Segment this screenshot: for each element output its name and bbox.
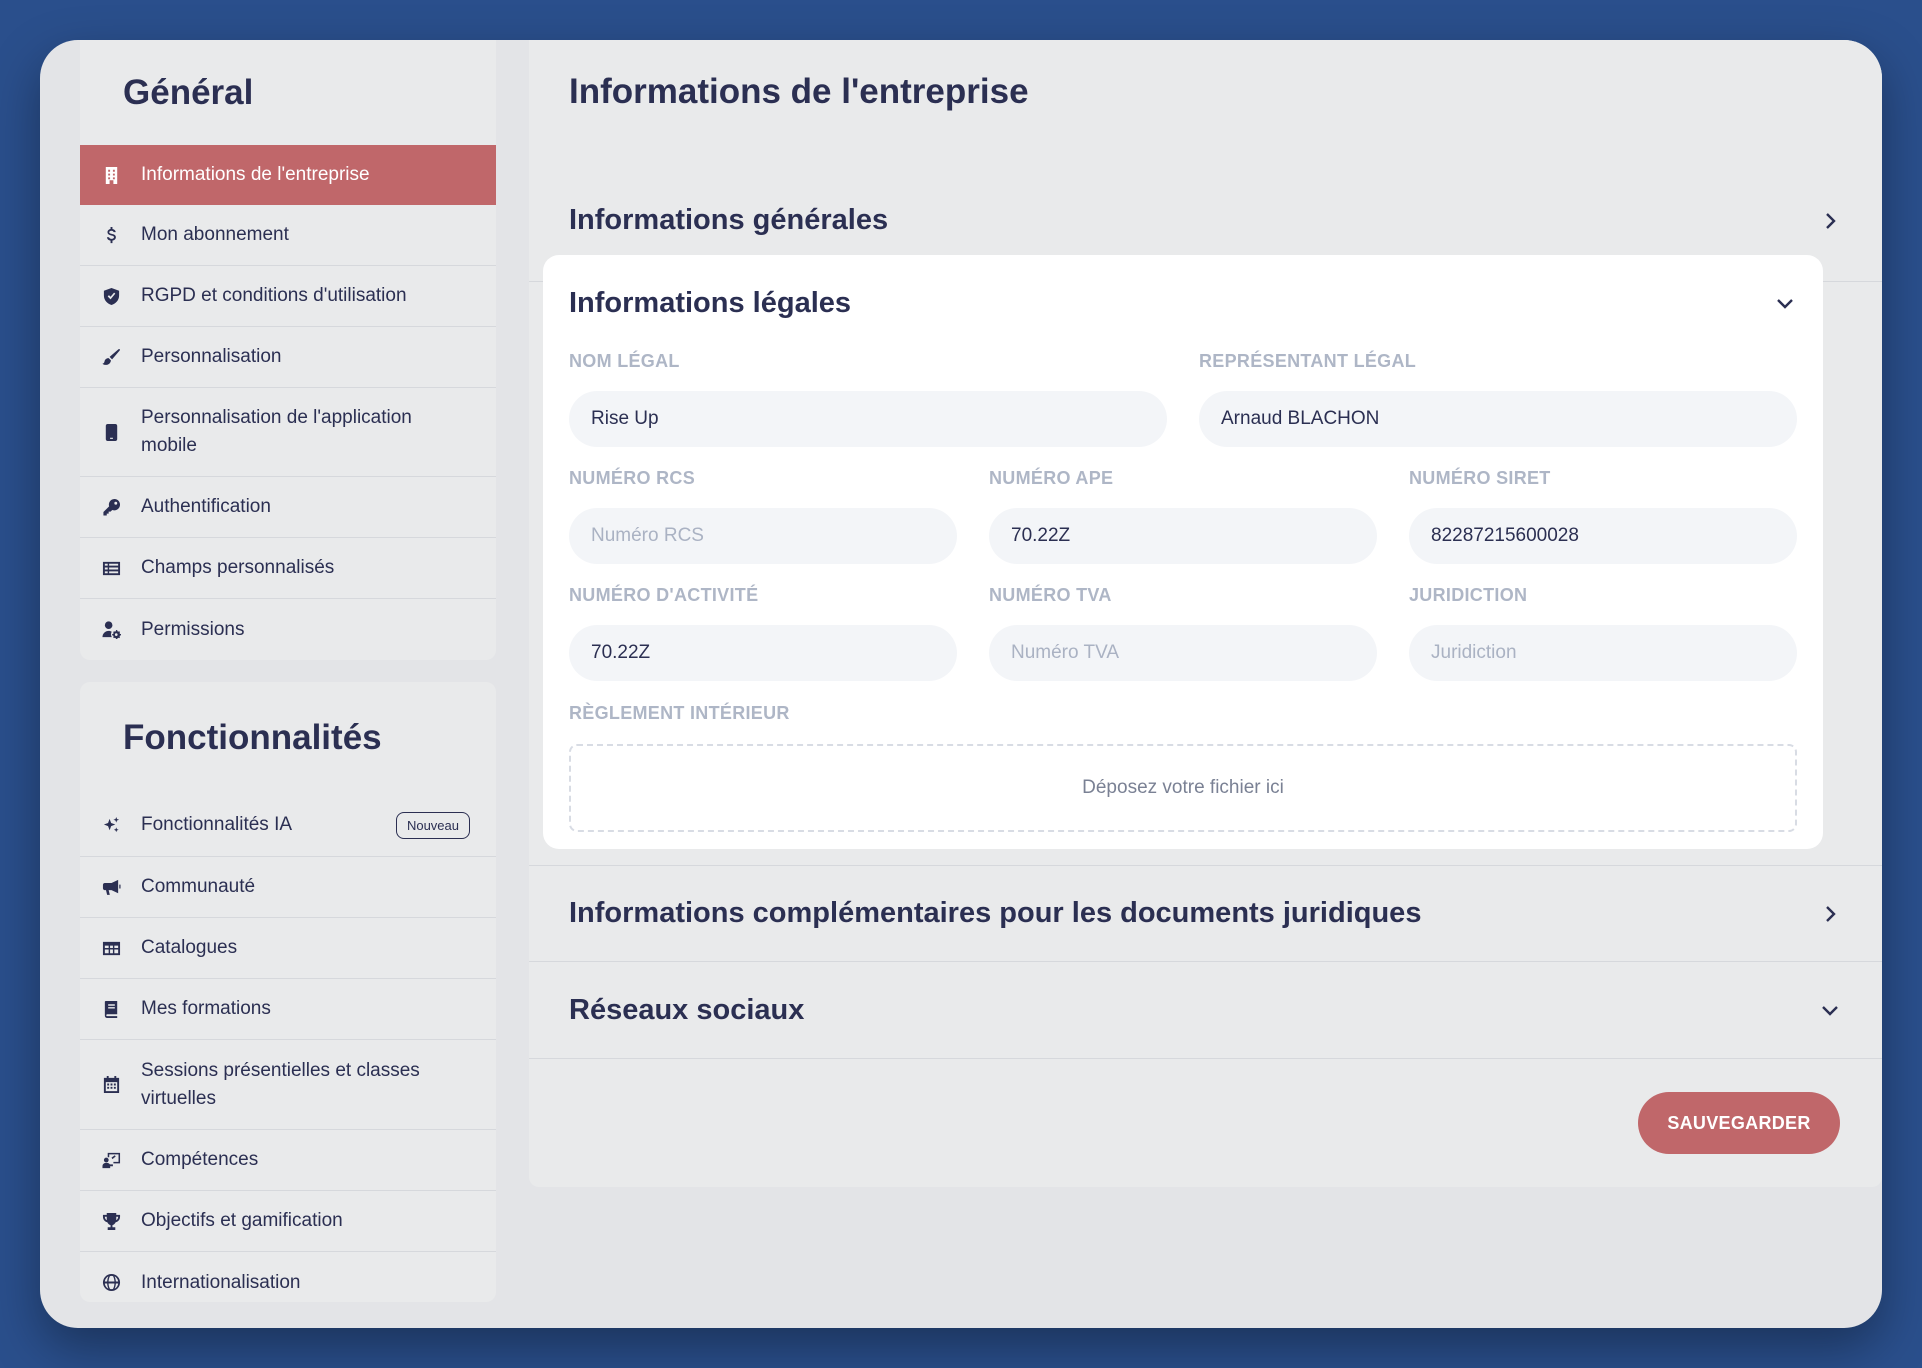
- sidebar-features-title: Fonctionnalités: [123, 718, 382, 757]
- sidebar-general: Général Informations de l'entreprise Mon…: [80, 40, 496, 660]
- sidebar-item-mobile-customization[interactable]: Personnalisation de l'application mobile: [80, 388, 496, 477]
- siret-number-label: NUMÉRO SIRET: [1409, 468, 1551, 488]
- trophy-icon: [100, 1210, 122, 1232]
- user-gear-icon: [100, 619, 122, 641]
- sidebar-item-label: Sessions présentielles et classes virtue…: [141, 1059, 420, 1109]
- brush-icon: [100, 346, 122, 368]
- section-social-networks-title: Réseaux sociaux: [569, 993, 805, 1026]
- sidebar-item-customization[interactable]: Personnalisation: [80, 327, 496, 388]
- legal-name-input[interactable]: [569, 391, 1167, 447]
- sidebar-item-label: Catalogues: [141, 937, 238, 958]
- sidebar-item-label: Compétences: [141, 1149, 259, 1170]
- ape-number-input[interactable]: [989, 508, 1377, 564]
- key-icon: [100, 496, 122, 518]
- chevron-down-icon: [1773, 291, 1797, 315]
- dropzone-text: Déposez votre fichier ici: [1082, 777, 1284, 798]
- section-legal-info-header[interactable]: Informations légales: [569, 273, 1797, 333]
- sidebar-item-label: Champs personnalisés: [141, 557, 335, 578]
- megaphone-icon: [100, 876, 122, 898]
- sidebar-item-label: Personnalisation de l'application mobile: [141, 407, 412, 456]
- mobile-icon: [100, 421, 122, 443]
- main-panel: Informations de l'entreprise Information…: [529, 40, 1882, 1187]
- activity-number-label: NUMÉRO D'ACTIVITÉ: [569, 585, 759, 605]
- settings-window: Général Informations de l'entreprise Mon…: [40, 40, 1882, 1328]
- chevron-right-icon: [1818, 902, 1842, 926]
- section-general-info-title: Informations générales: [569, 204, 889, 236]
- sidebar-general-title: Général: [123, 73, 254, 112]
- sidebar-item-custom-fields[interactable]: Champs personnalisés: [80, 538, 496, 599]
- siret-number-input[interactable]: [1409, 508, 1797, 564]
- list-table-icon: [100, 557, 122, 579]
- vat-number-label: NUMÉRO TVA: [989, 585, 1112, 605]
- jurisdiction-label: JURIDICTION: [1409, 585, 1528, 605]
- sidebar-item-label: Objectifs et gamification: [141, 1210, 343, 1231]
- sidebar-item-goals[interactable]: Objectifs et gamification: [80, 1191, 496, 1252]
- building-icon: [100, 164, 122, 186]
- sidebar-item-authentication[interactable]: Authentification: [80, 477, 496, 538]
- activity-number-input[interactable]: [569, 625, 957, 681]
- sidebar-item-label: Mes formations: [141, 998, 271, 1019]
- sparkles-icon: [100, 814, 122, 836]
- ape-number-label: NUMÉRO APE: [989, 468, 1114, 488]
- sidebar-item-label: Internationalisation: [141, 1271, 301, 1293]
- chevron-right-icon: [1818, 209, 1842, 233]
- rcs-number-input[interactable]: [569, 508, 957, 564]
- sidebar-item-subscription[interactable]: Mon abonnement: [80, 205, 496, 266]
- sidebar-item-ai-features[interactable]: Fonctionnalités IA Nouveau: [80, 794, 496, 857]
- sidebar-item-label: RGPD et conditions d'utilisation: [141, 285, 407, 306]
- chevron-down-icon: [1818, 998, 1842, 1022]
- globe-icon: [100, 1272, 122, 1294]
- internal-rules-label: RÈGLEMENT INTÉRIEUR: [569, 703, 790, 723]
- jurisdiction-input[interactable]: [1409, 625, 1797, 681]
- sidebar-features: Fonctionnalités Fonctionnalités IA Nouve…: [80, 682, 496, 1302]
- sidebar-item-label: Informations de l'entreprise: [141, 164, 370, 185]
- new-badge: Nouveau: [395, 811, 470, 839]
- sidebar-item-my-trainings[interactable]: Mes formations: [80, 979, 496, 1040]
- page-title: Informations de l'entreprise: [569, 72, 1029, 111]
- sidebar-item-label: Communauté: [141, 876, 256, 897]
- internal-rules-dropzone[interactable]: Déposez votre fichier ici: [569, 744, 1797, 832]
- sidebar-item-label: Authentification: [141, 496, 271, 517]
- sidebar-item-catalogs[interactable]: Catalogues: [80, 918, 496, 979]
- legal-name-label: NOM LÉGAL: [569, 351, 680, 371]
- section-complementary-info[interactable]: Informations complémentaires pour les do…: [529, 865, 1882, 962]
- section-social-networks[interactable]: Réseaux sociaux: [529, 962, 1882, 1059]
- sidebar-item-company-info[interactable]: Informations de l'entreprise: [80, 145, 496, 205]
- grid-table-icon: [100, 937, 122, 959]
- sidebar-item-sessions[interactable]: Sessions présentielles et classes virtue…: [80, 1040, 496, 1130]
- chalkboard-user-icon: [100, 1149, 122, 1171]
- sidebar-item-permissions[interactable]: Permissions: [80, 599, 496, 660]
- sidebar-item-label: Mon abonnement: [141, 224, 289, 245]
- calendar-icon: [100, 1074, 122, 1096]
- sidebar-item-label: Permissions: [141, 618, 245, 640]
- book-icon: [100, 998, 122, 1020]
- save-button[interactable]: SAUVEGARDER: [1638, 1092, 1840, 1154]
- sidebar-item-internationalization[interactable]: Internationalisation: [80, 1252, 496, 1302]
- sidebar-item-skills[interactable]: Compétences: [80, 1130, 496, 1191]
- vat-number-input[interactable]: [989, 625, 1377, 681]
- legal-representative-input[interactable]: [1199, 391, 1797, 447]
- shield-icon: [100, 285, 122, 307]
- sidebar-item-rgpd[interactable]: RGPD et conditions d'utilisation: [80, 266, 496, 327]
- section-complementary-info-title: Informations complémentaires pour les do…: [569, 897, 1422, 929]
- sidebar-item-label: Personnalisation: [141, 346, 282, 367]
- dollar-icon: [100, 224, 122, 246]
- sidebar-item-label: Fonctionnalités IA: [141, 814, 293, 835]
- sidebar-item-community[interactable]: Communauté: [80, 857, 496, 918]
- section-legal-info: Informations légales NOM LÉGAL REPRÉSENT…: [543, 255, 1823, 849]
- legal-representative-label: REPRÉSENTANT LÉGAL: [1199, 351, 1417, 371]
- rcs-number-label: NUMÉRO RCS: [569, 468, 696, 488]
- section-legal-info-title: Informations légales: [569, 286, 852, 319]
